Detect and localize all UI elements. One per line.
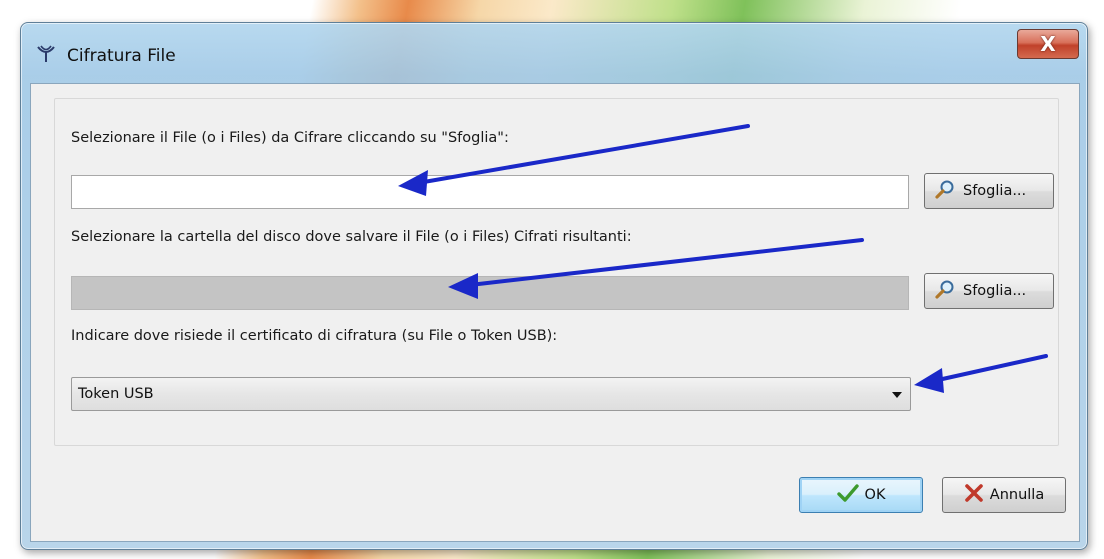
file-select-label: Selezionare il File (o i Files) da Cifra… (71, 130, 509, 146)
certificate-location-label: Indicare dove risiede il certificato di … (71, 328, 558, 344)
certificate-location-value: Token USB (78, 386, 154, 402)
chevron-down-icon[interactable] (892, 392, 902, 398)
close-button[interactable]: X (1017, 29, 1079, 59)
folder-select-label: Selezionare la cartella del disco dove s… (71, 229, 632, 245)
file-browse-label: Sfoglia... (963, 183, 1027, 199)
dialog-window: Cifratura File X Selezionare il File (o … (20, 22, 1088, 550)
magnifier-icon (935, 279, 955, 303)
red-x-icon (964, 483, 984, 507)
folder-browse-button[interactable]: Sfoglia... (924, 273, 1054, 309)
close-icon: X (1040, 32, 1056, 56)
magnifier-icon (935, 179, 955, 203)
output-folder-input (71, 276, 909, 310)
encryption-antenna-icon (35, 43, 57, 63)
cancel-label: Annulla (989, 487, 1045, 503)
options-group: Selezionare il File (o i Files) da Cifra… (54, 98, 1059, 446)
cancel-button[interactable]: Annulla (942, 477, 1066, 513)
window-title: Cifratura File (67, 46, 176, 66)
checkmark-icon (836, 483, 859, 507)
certificate-location-select[interactable]: Token USB (71, 377, 911, 411)
file-browse-button[interactable]: Sfoglia... (924, 173, 1054, 209)
title-bar[interactable]: Cifratura File X (21, 23, 1087, 83)
dialog-body: Selezionare il File (o i Files) da Cifra… (30, 83, 1080, 542)
ok-label: OK (864, 487, 886, 503)
ok-button[interactable]: OK (799, 477, 923, 513)
file-path-input[interactable] (71, 175, 909, 209)
folder-browse-label: Sfoglia... (963, 283, 1027, 299)
